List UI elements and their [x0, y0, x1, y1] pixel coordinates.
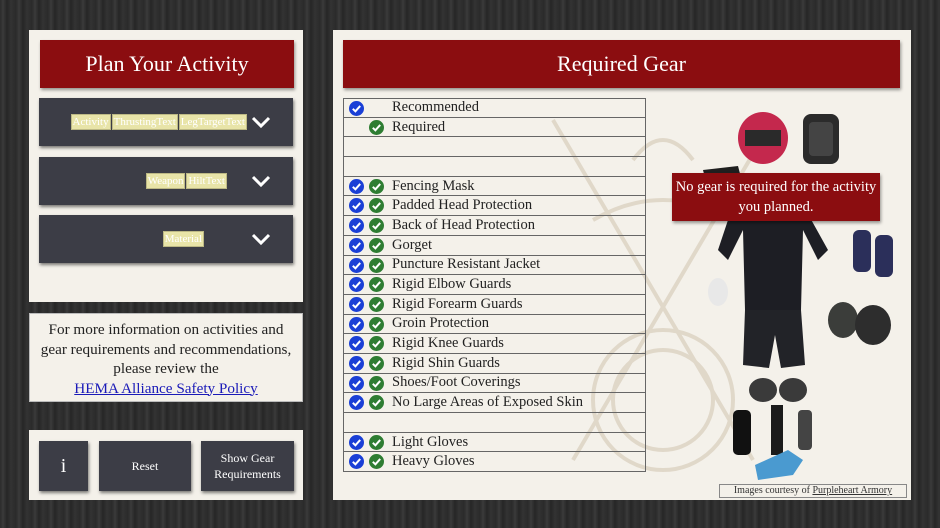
gear-label: Groin Protection [392, 315, 490, 332]
show-gear-requirements-button[interactable]: Show Gear Requirements [201, 441, 294, 491]
recommended-check-icon [349, 454, 364, 470]
purpleheart-armory-link[interactable]: Purpleheart Armory [812, 485, 892, 496]
gear-row: Shoes/Foot Coverings [343, 373, 646, 394]
info-box: For more information on activities and g… [29, 313, 303, 402]
activity-dropdown[interactable]: Activity ThrustingText LegTargetText [39, 98, 293, 146]
gear-row: Fencing Mask [343, 176, 646, 197]
recommended-check-icon [349, 101, 364, 116]
gear-row: Groin Protection [343, 314, 646, 335]
gear-label: Padded Head Protection [392, 197, 533, 214]
required-check-icon [369, 355, 384, 371]
required-check-icon [369, 178, 384, 194]
recommended-check-icon [349, 218, 364, 234]
gear-row: Recommended [343, 98, 646, 118]
info-text: For more information on activities and g… [30, 320, 302, 398]
plan-title: Plan Your Activity [40, 40, 294, 88]
weapon-dropdown[interactable]: Weapon HiltText [39, 157, 293, 205]
required-check-icon [369, 198, 384, 214]
gear-label: No Large Areas of Exposed Skin [392, 394, 584, 411]
recommended-check-icon [349, 336, 364, 352]
info-message: For more information on activities and g… [40, 321, 292, 377]
gear-row: Heavy Gloves [343, 452, 646, 473]
gear-label: Gorget [392, 236, 433, 253]
chevron-down-icon [251, 116, 271, 129]
gear-label: Rigid Knee Guards [392, 335, 504, 352]
tag-material: Material [162, 231, 204, 247]
required-check-icon [369, 119, 384, 135]
gear-label: Light Gloves [392, 433, 469, 450]
tag-legtarget: LegTargetText [178, 114, 247, 130]
gear-illustration [703, 112, 893, 480]
required-check-icon [369, 237, 384, 253]
recommended-check-icon [349, 375, 364, 391]
recommended-check-icon [349, 257, 364, 273]
gear-row: Back of Head Protection [343, 216, 646, 236]
recommended-check-icon [349, 178, 364, 194]
gear-row [343, 157, 646, 177]
gear-label: Rigid Shin Guards [392, 354, 500, 371]
weapon-tags: Weapon HiltText [145, 157, 227, 205]
chevron-down-icon [251, 233, 271, 246]
gear-label: Required [392, 118, 446, 135]
required-check-icon [369, 218, 384, 234]
gear-label: Back of Head Protection [392, 216, 535, 233]
required-check-icon [369, 296, 384, 312]
button-panel: i Reset Show Gear Requirements [29, 430, 303, 500]
material-dropdown[interactable]: Material [39, 215, 293, 263]
gear-label: Rigid Elbow Guards [392, 276, 512, 293]
recommended-check-icon [349, 296, 364, 312]
safety-policy-link[interactable]: HEMA Alliance Safety Policy [74, 380, 258, 397]
chevron-down-icon [251, 175, 271, 188]
gear-checklist: Recommended Required Fencing Mask Padded He… [343, 98, 646, 473]
tag-activity: Activity [70, 114, 111, 130]
gear-label: Recommended [392, 99, 479, 116]
gear-row: Rigid Elbow Guards [343, 275, 646, 295]
required-check-icon [369, 257, 384, 273]
gear-row [343, 137, 646, 158]
gear-row [343, 413, 646, 433]
recommended-check-icon [349, 395, 364, 411]
credit-prefix: Images courtesy of [733, 485, 810, 496]
recommended-check-icon [349, 316, 364, 332]
recommended-check-icon [349, 198, 364, 214]
gear-row: Puncture Resistant Jacket [343, 255, 646, 276]
activity-tags: Activity ThrustingText LegTargetText [70, 98, 247, 146]
gear-label: Rigid Forearm Guards [392, 295, 523, 312]
required-check-icon [369, 454, 384, 470]
required-check-icon [369, 395, 384, 411]
image-credit: Images courtesy of Purpleheart Armory [719, 484, 907, 498]
gear-row: Light Gloves [343, 432, 646, 453]
gear-row: No Large Areas of Exposed Skin [343, 393, 646, 413]
required-check-icon [369, 277, 384, 293]
recommended-check-icon [349, 237, 364, 253]
reset-button[interactable]: Reset [99, 441, 191, 491]
required-check-icon [369, 316, 384, 332]
tag-hilt: HiltText [186, 173, 227, 189]
tag-thrusting: ThrustingText [111, 114, 178, 130]
gear-label: Shoes/Foot Coverings [392, 374, 521, 391]
plan-panel: Plan Your Activity Activity ThrustingTex… [29, 30, 303, 302]
gear-row: Required [343, 117, 646, 138]
recommended-check-icon [349, 355, 364, 371]
gear-label: Heavy Gloves [392, 453, 475, 470]
recommended-check-icon [349, 277, 364, 293]
info-button[interactable]: i [39, 441, 88, 491]
gear-row: Rigid Forearm Guards [343, 294, 646, 315]
required-check-icon [369, 336, 384, 352]
gear-panel: Required Gear Recommended Required Fencing… [333, 30, 911, 500]
required-gear-title: Required Gear [343, 40, 900, 88]
recommended-check-icon [349, 434, 364, 450]
no-gear-notice: No gear is required for the activity you… [672, 173, 880, 221]
required-check-icon [369, 434, 384, 450]
gear-label: Fencing Mask [392, 177, 475, 194]
gear-row: Padded Head Protection [343, 196, 646, 217]
material-tags: Material [162, 215, 204, 263]
gear-label: Puncture Resistant Jacket [392, 256, 541, 273]
tag-weapon: Weapon [145, 173, 186, 189]
gear-row: Rigid Knee Guards [343, 334, 646, 354]
required-check-icon [369, 375, 384, 391]
gear-row: Gorget [343, 235, 646, 256]
gear-row: Rigid Shin Guards [343, 353, 646, 374]
